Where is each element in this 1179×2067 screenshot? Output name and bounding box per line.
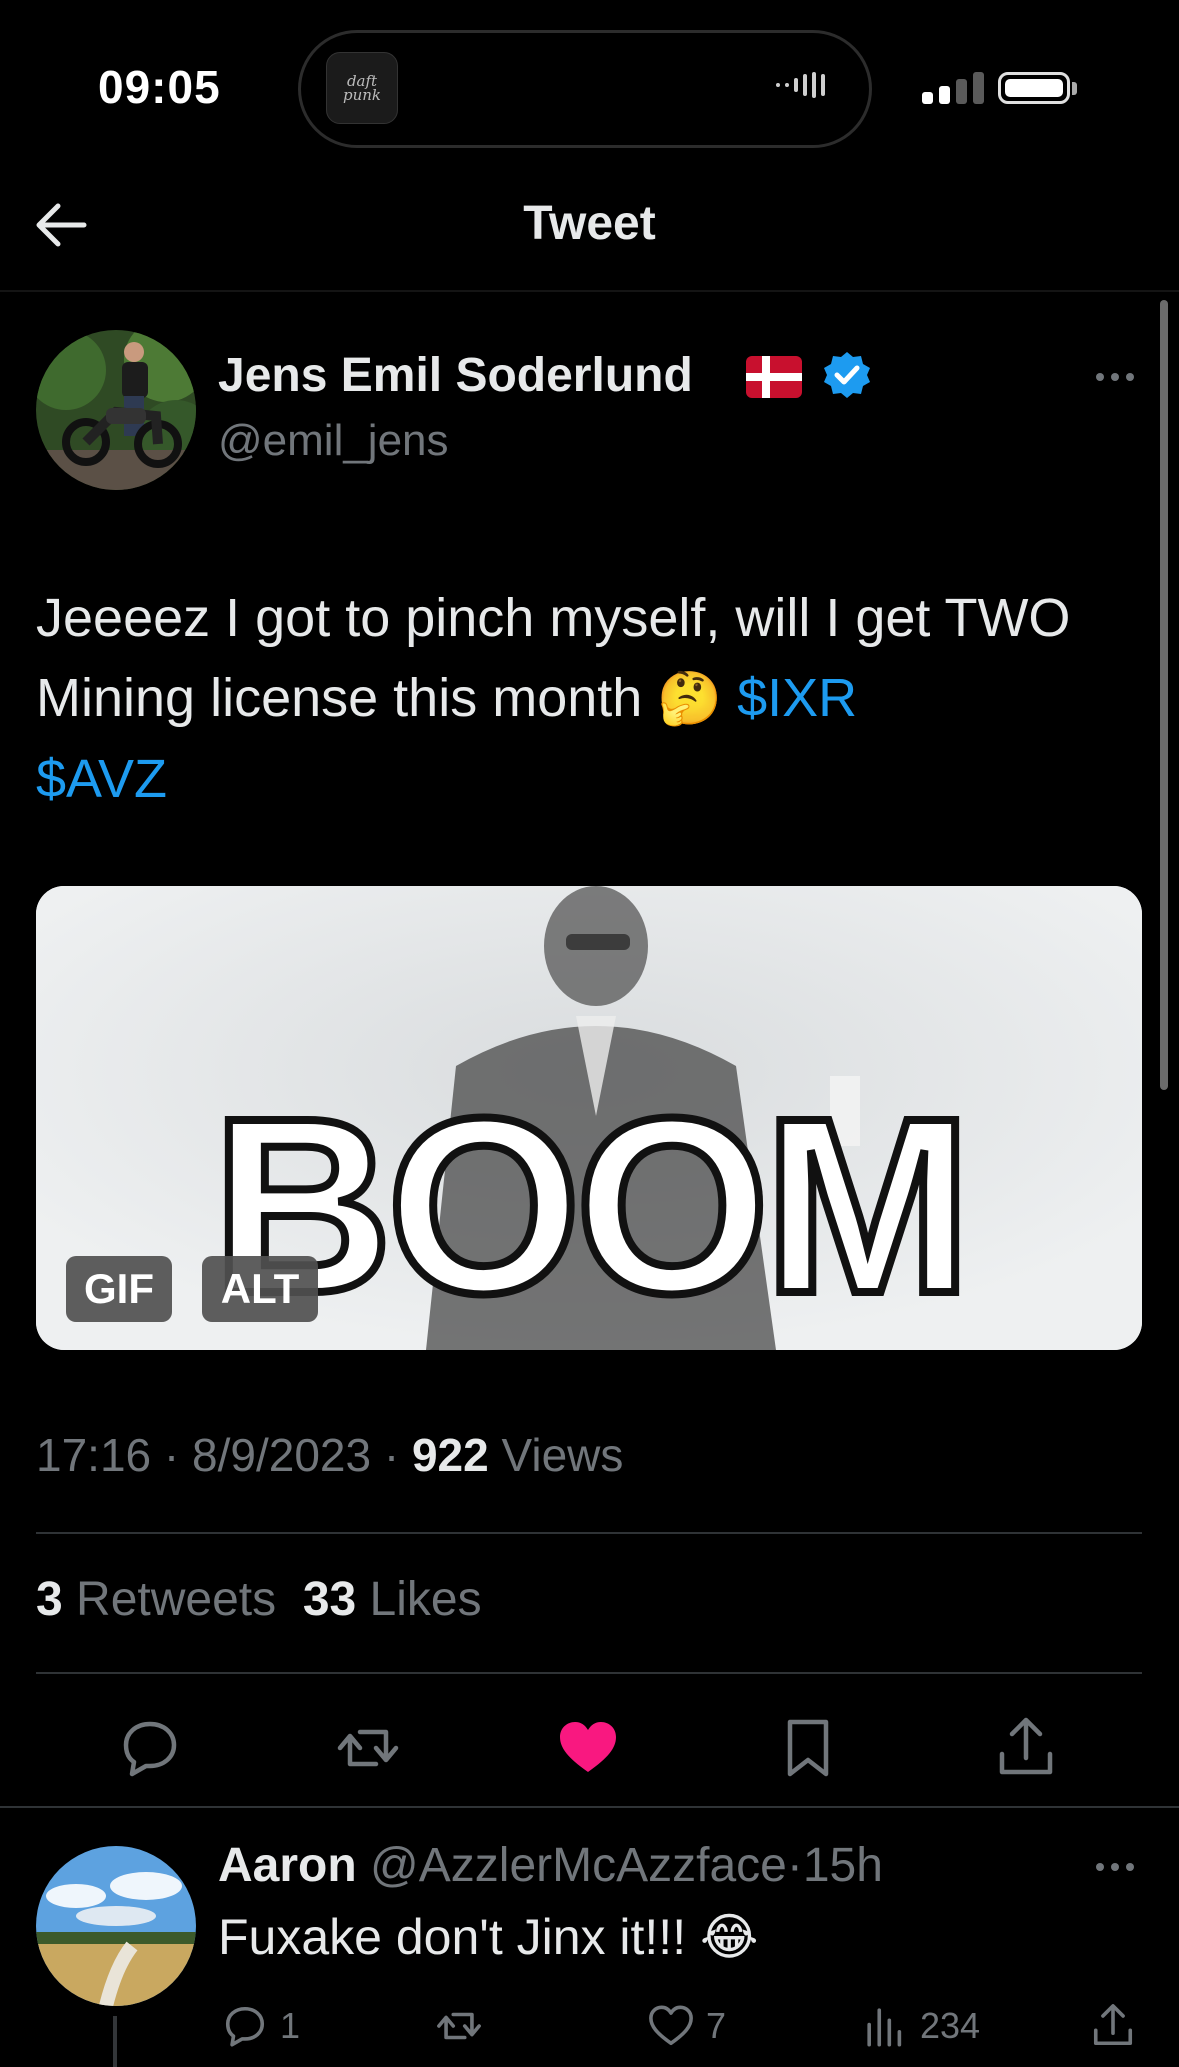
views-chart-icon xyxy=(867,2008,902,2047)
reply-likes-count: 7 xyxy=(706,2005,727,2046)
reply-views-button[interactable]: 234 xyxy=(862,2000,980,2052)
author-avatar[interactable] xyxy=(36,330,196,490)
retweets-label: Retweets xyxy=(76,1573,277,1626)
author-handle[interactable]: @emil_jens xyxy=(218,416,449,466)
reply-author-name[interactable]: Aaron xyxy=(218,1839,357,1892)
reply-icon[interactable] xyxy=(118,1716,182,1780)
tweet-meta: 17:16 · 8/9/2023 · 922 Views xyxy=(36,1429,624,1481)
reply-share-button[interactable] xyxy=(1090,2000,1136,2052)
reply-retweet-icon xyxy=(437,2012,481,2040)
views-count: 922 xyxy=(411,1429,489,1481)
reply-author-avatar[interactable] xyxy=(36,1846,196,2006)
reply-like-button[interactable]: 7 xyxy=(648,2000,726,2052)
reply-body: Fuxake don't Jinx it!!! xyxy=(218,1909,687,1965)
stats-divider xyxy=(36,1672,1142,1674)
reply-replies-count: 1 xyxy=(280,2005,301,2046)
more-options-icon[interactable] xyxy=(1090,362,1140,392)
audio-waveform-icon xyxy=(776,72,825,98)
reply-age: 15h xyxy=(802,1839,883,1892)
author-name[interactable]: Jens Emil Soderlund xyxy=(218,348,693,403)
battery-tip xyxy=(1072,82,1077,95)
reply-like-icon xyxy=(649,2005,693,2046)
tweet-date: 8/9/2023 xyxy=(192,1429,372,1481)
denmark-flag-icon xyxy=(746,356,802,398)
thread-line xyxy=(113,2016,117,2067)
laughing-emoji: 😂 xyxy=(700,1909,759,1965)
reply-reply-icon xyxy=(225,2006,265,2047)
reply-share-icon xyxy=(1093,2004,1133,2046)
cashtag-ixr[interactable]: $IXR xyxy=(737,668,857,728)
tweet-text: Jeeeez I got to pinch myself, will I get… xyxy=(36,578,1146,819)
alt-text-button[interactable]: ALT xyxy=(202,1256,318,1322)
reply-reply-button[interactable]: 1 xyxy=(222,2000,300,2052)
tweet-body: Jeeeez I got to pinch myself, will I get… xyxy=(36,588,1071,728)
retweets-count: 3 xyxy=(36,1573,63,1626)
thinking-emoji: 🤔 xyxy=(657,670,723,728)
retweet-icon[interactable] xyxy=(336,1716,400,1780)
meta-divider xyxy=(36,1532,1142,1534)
cellular-signal-icon xyxy=(922,70,984,104)
bookmark-icon[interactable] xyxy=(776,1716,840,1780)
now-playing-artwork[interactable]: daft punk xyxy=(326,52,398,124)
retweets-stat[interactable]: 3 Retweets xyxy=(36,1573,276,1626)
battery-icon xyxy=(998,72,1070,104)
likes-stat[interactable]: 33 Likes xyxy=(303,1573,482,1626)
actions-divider xyxy=(0,1806,1179,1808)
status-bar: 09:05 daft punk xyxy=(0,0,1179,180)
reply-more-options-icon[interactable] xyxy=(1090,1852,1140,1882)
status-clock: 09:05 xyxy=(98,61,221,113)
header-divider xyxy=(0,290,1179,292)
cashtag-avz[interactable]: $AVZ xyxy=(36,749,167,809)
scrollbar[interactable] xyxy=(1160,300,1168,1090)
reply-text: Fuxake don't Jinx it!!! 😂 xyxy=(218,1908,758,1966)
engagement-stats: 3 Retweets 33 Likes xyxy=(36,1572,482,1627)
likes-label: Likes xyxy=(369,1573,482,1626)
gif-badge: GIF xyxy=(66,1256,172,1322)
reply-retweet-button[interactable] xyxy=(436,2000,482,2052)
reply-author-handle[interactable]: @AzzlerMcAzzface xyxy=(370,1839,787,1892)
views-label: Views xyxy=(501,1429,624,1481)
verified-badge-icon[interactable] xyxy=(822,350,872,400)
likes-count: 33 xyxy=(302,1573,357,1626)
share-icon[interactable] xyxy=(994,1716,1058,1780)
page-title: Tweet xyxy=(523,197,656,250)
reply-views-count: 234 xyxy=(920,2005,981,2046)
reply-header: Aaron @AzzlerMcAzzface·15h xyxy=(218,1839,883,1892)
like-heart-icon[interactable] xyxy=(556,1716,620,1780)
tweet-time: 17:16 xyxy=(36,1429,152,1481)
